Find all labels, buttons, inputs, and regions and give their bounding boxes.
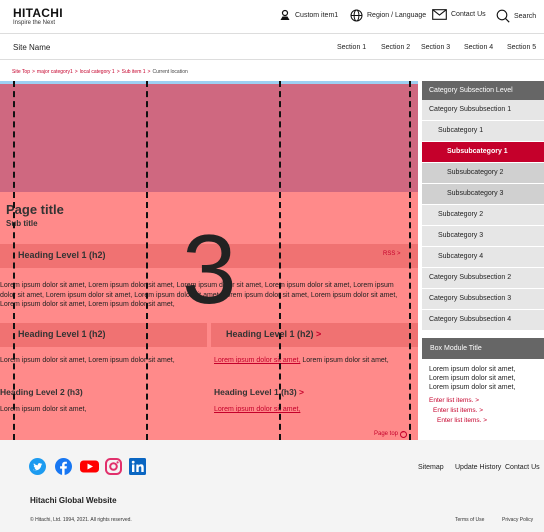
right-paragraph-link[interactable]: Lorem ipsum dolor sit amet, <box>214 357 300 364</box>
box-line: Lorem ipsum dolor sit amet, <box>429 366 516 373</box>
nav-section-3[interactable]: Section 3 <box>421 44 450 51</box>
privacy-policy-link[interactable]: Privacy Policy <box>502 517 533 523</box>
heading-h2-right-label: Heading Level 1 (h2) <box>226 329 314 339</box>
logo-brand: HITACHI <box>13 6 63 20</box>
box-list: Enter list items. > Enter list items. > … <box>422 396 544 426</box>
person-pin-icon <box>280 9 290 20</box>
hitachi-logo[interactable]: HITACHI Inspire the Next <box>13 7 63 26</box>
heading-h2-right[interactable]: Heading Level 1 (h2) > <box>226 329 321 339</box>
logo-tagline: Inspire the Next <box>13 20 56 26</box>
footer-site-name[interactable]: Hitachi Global Website <box>30 496 117 505</box>
main-content: Page title Sub title Heading Level 1 (h2… <box>0 81 418 440</box>
linkedin-icon[interactable] <box>129 458 146 475</box>
overlay-number-label: 3 <box>182 214 237 324</box>
right-paragraph-2-link[interactable]: Lorem ipsum dolor sit amet, <box>214 406 300 413</box>
breadcrumb: Site Top > major category1 > local category … <box>12 69 188 75</box>
left-paragraph: Lorem ipsum dolor sit amet, Lorem ipsum … <box>0 357 175 364</box>
facebook-icon[interactable] <box>55 458 72 475</box>
nav-section-1[interactable]: Section 1 <box>337 44 366 51</box>
box-line: Lorem ipsum dolor sit amet, <box>429 375 516 382</box>
sidebar: Category Subsection Level Category Subsu… <box>422 81 544 440</box>
footer-update-history-link[interactable]: Update History <box>455 464 501 471</box>
page-subtitle: Sub title <box>6 219 38 228</box>
page-top-link[interactable]: Page top ^ <box>374 431 407 438</box>
box-list-item[interactable]: Enter list items. > <box>429 416 544 426</box>
grid-guide-line <box>146 81 148 440</box>
breadcrumb-sub-item[interactable]: Sub item 1 <box>122 69 146 75</box>
copyright: © Hitachi, Ltd. 1994, 2021. All rights r… <box>30 517 132 523</box>
sidebar-item-subcategory-4[interactable]: Subcategory 4 <box>422 247 544 268</box>
site-nav-bar: Site Name Section 1 Section 2 Section 3 … <box>0 34 544 60</box>
nav-section-4[interactable]: Section 4 <box>464 44 493 51</box>
contact-us-label: Contact Us <box>451 11 486 18</box>
grid-guide-line <box>409 81 411 440</box>
box-module-body: Lorem ipsum dolor sit amet, Lorem ipsum … <box>422 359 544 392</box>
grid-guide-line <box>279 81 281 440</box>
box-line: Lorem ipsum dolor sit amet, <box>429 384 516 391</box>
top-header: HITACHI Inspire the Next Custom item1 Re… <box>0 0 544 34</box>
breadcrumb-sep: > <box>31 69 35 75</box>
instagram-icon[interactable] <box>105 458 122 475</box>
custom-item-label: Custom item1 <box>295 11 339 19</box>
footer-sitemap-link[interactable]: Sitemap <box>418 464 444 471</box>
breadcrumb-current: Current location <box>152 69 188 75</box>
contact-us-link[interactable]: Contact Us <box>432 9 486 20</box>
breadcrumb-sep: > <box>116 69 120 75</box>
sidebar-item-category-subsubsection-4[interactable]: Category Subsubsection 4 <box>422 310 544 331</box>
breadcrumb-sep: > <box>74 69 78 75</box>
heading-h2-full: Heading Level 1 (h2) <box>18 250 106 260</box>
twitter-icon[interactable] <box>29 458 46 475</box>
breadcrumb-major-category[interactable]: major category1 <box>37 69 73 75</box>
sidebar-item-category-subsubsection-2[interactable]: Category Subsubsection 2 <box>422 268 544 289</box>
terms-of-use-link[interactable]: Terms of Use <box>455 517 484 523</box>
sidebar-item-category-subsubsection-1[interactable]: Category Subsubsection 1 <box>422 100 544 121</box>
sidebar-header[interactable]: Category Subsection Level <box>422 81 544 100</box>
heading-h3-right-label: Heading Level 1 (h3) <box>214 387 297 397</box>
rss-link[interactable]: RSS > <box>383 251 401 257</box>
breadcrumb-local-category[interactable]: local category 1 <box>80 69 115 75</box>
region-language-link[interactable]: Region / Language <box>350 9 426 22</box>
mail-icon <box>432 9 447 20</box>
globe-icon <box>350 9 363 22</box>
footer-contact-link[interactable]: Contact Us <box>505 464 540 471</box>
box-list-item[interactable]: Enter list items. > <box>429 396 544 406</box>
hero-image-area <box>0 81 418 192</box>
sidebar-item-subsubcategory-1[interactable]: Subsubcategory 1 <box>422 142 544 163</box>
right-paragraph-text: Lorem ipsum dolor sit amet, <box>302 357 389 364</box>
grid-guide-line <box>13 81 15 440</box>
heading-h3-right[interactable]: Heading Level 1 (h3) > <box>214 387 304 397</box>
youtube-icon[interactable] <box>80 458 99 475</box>
site-name[interactable]: Site Name <box>13 43 50 52</box>
sidebar-item-subcategory-3[interactable]: Subcategory 3 <box>422 226 544 247</box>
heading-h2-left: Heading Level 1 (h2) <box>18 329 106 339</box>
sidebar-item-subcategory-2[interactable]: Subcategory 2 <box>422 205 544 226</box>
sidebar-item-category-subsubsection-3[interactable]: Category Subsubsection 3 <box>422 289 544 310</box>
chevron-right-icon: > <box>299 387 305 397</box>
breadcrumb-sep: > <box>147 69 151 75</box>
search-button[interactable]: Search <box>496 9 536 23</box>
nav-section-5[interactable]: Section 5 <box>507 44 536 51</box>
breadcrumb-site-top[interactable]: Site Top <box>12 69 30 75</box>
search-icon <box>496 9 510 23</box>
box-list-item[interactable]: Enter list items. > <box>429 406 544 416</box>
sidebar-item-subsubcategory-2[interactable]: Subsubcategory 2 <box>422 163 544 184</box>
right-paragraph-2: Lorem ipsum dolor sit amet, <box>214 405 300 415</box>
search-label: Search <box>514 12 537 20</box>
region-language-label: Region / Language <box>367 12 427 19</box>
sidebar-item-subsubcategory-3[interactable]: Subsubcategory 3 <box>422 184 544 205</box>
footer: Sitemap Update History Contact Us Hitach… <box>0 440 544 532</box>
page-top-label: Page top <box>374 431 399 437</box>
custom-item-link[interactable]: Custom item1 <box>279 9 338 21</box>
arrow-up-circle-icon: ^ <box>399 431 407 438</box>
sidebar-item-subcategory-1[interactable]: Subcategory 1 <box>422 121 544 142</box>
box-module-title: Box Module Title <box>422 338 544 359</box>
chevron-right-icon: > <box>316 329 322 339</box>
right-paragraph: Lorem ipsum dolor sit amet, Lorem ipsum … <box>214 356 414 366</box>
nav-section-2[interactable]: Section 2 <box>381 44 410 51</box>
